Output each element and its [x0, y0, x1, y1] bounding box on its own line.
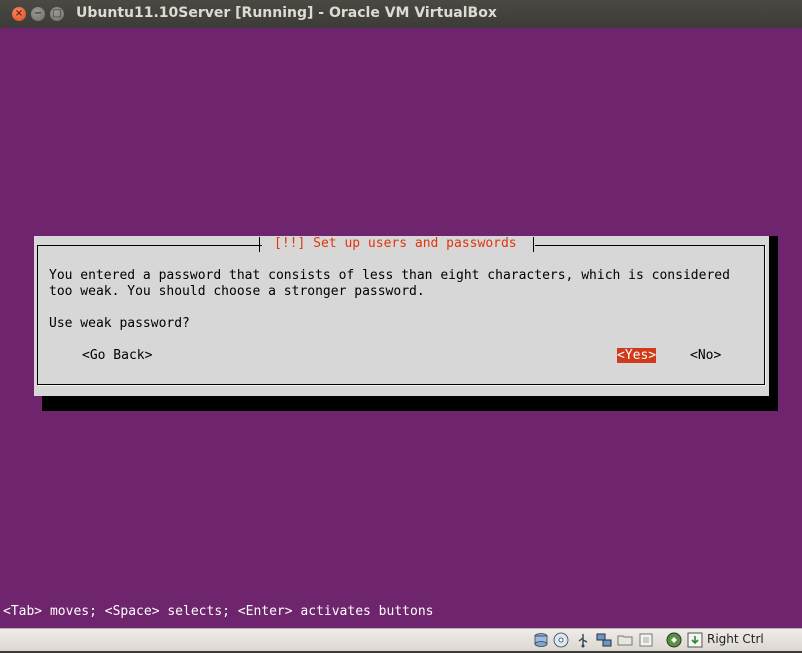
dialog-title: [!!] Set up users and passwords — [274, 236, 517, 251]
optical-drive-icon[interactable] — [553, 632, 569, 648]
footer-hint: <Tab> moves; <Space> selects; <Enter> ac… — [3, 604, 434, 619]
dialog-question: Use weak password? — [49, 316, 190, 331]
dialog-message-line2: too weak. You should choose a stronger p… — [49, 284, 425, 299]
hard-disk-icon[interactable] — [533, 632, 549, 648]
virtualization-icon[interactable] — [666, 632, 682, 648]
no-button[interactable]: <No> — [690, 348, 721, 363]
dialog-frame-highlight-bottom — [38, 385, 766, 386]
dialog-frame-highlight-right — [765, 246, 766, 386]
window-titlebar[interactable]: × − □ Ubuntu11.10Server [Running] - Orac… — [0, 0, 802, 28]
window-title: Ubuntu11.10Server [Running] - Oracle VM … — [76, 5, 497, 21]
dialog-message-line1: You entered a password that consists of … — [49, 268, 730, 283]
usb-icon[interactable] — [575, 632, 591, 648]
mouse-integration-icon[interactable] — [687, 632, 703, 648]
host-key-label: Right Ctrl — [707, 632, 764, 646]
dialog-shadow-right — [769, 236, 778, 411]
shared-folders-icon[interactable] — [617, 632, 633, 648]
network-icon[interactable] — [596, 632, 612, 648]
go-back-button[interactable]: <Go Back> — [82, 348, 152, 363]
minimize-icon[interactable]: − — [31, 7, 45, 21]
dialog-title-bracket-left — [259, 237, 260, 252]
video-capture-icon[interactable] — [638, 632, 654, 648]
dialog-shadow — [42, 396, 778, 411]
maximize-icon[interactable]: □ — [50, 7, 64, 21]
dialog-title-bracket-right — [533, 237, 534, 252]
dialog-frame-top-left — [37, 245, 262, 246]
dialog-frame-top-right — [535, 245, 765, 246]
yes-button[interactable]: <Yes> — [617, 348, 657, 363]
close-icon[interactable]: × — [12, 7, 26, 21]
status-bar: Right Ctrl — [0, 628, 802, 651]
dialog-frame — [37, 245, 765, 385]
